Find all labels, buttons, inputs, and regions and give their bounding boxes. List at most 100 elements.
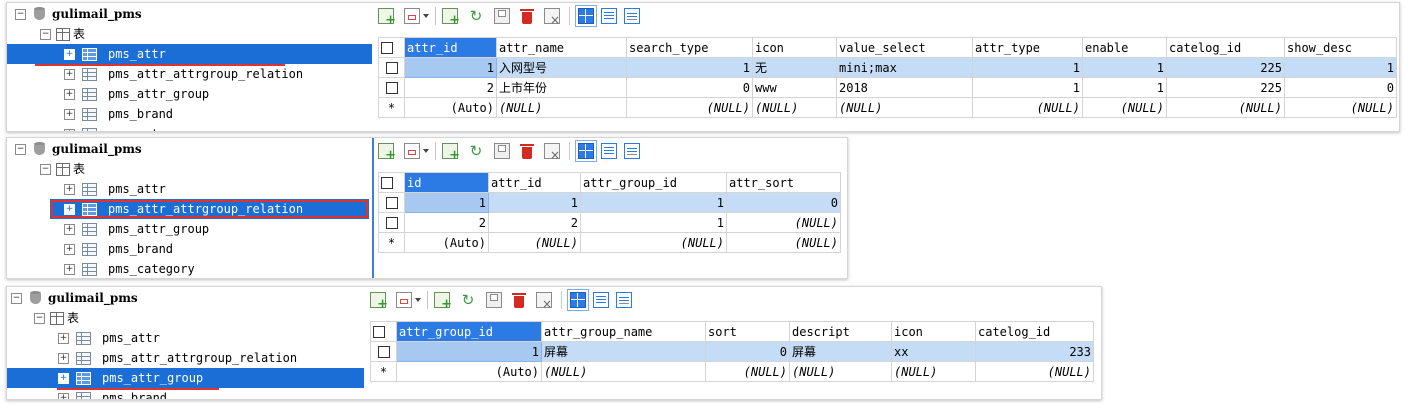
- cell[interactable]: (NULL): [488, 232, 581, 253]
- tree-database-row[interactable]: − gulimail_pms: [7, 139, 372, 159]
- cell[interactable]: (NULL): [541, 361, 706, 382]
- save-icon[interactable]: [494, 8, 510, 24]
- tree-tables-group[interactable]: − 表: [7, 159, 372, 179]
- cell[interactable]: 1: [404, 192, 489, 213]
- cell[interactable]: 1: [580, 192, 727, 213]
- text-view-icon[interactable]: [624, 143, 640, 159]
- tree-item-pms-attr-attrgroup-relation[interactable]: + pms_attr_attrgroup_relation: [7, 348, 364, 368]
- tree-tables-group[interactable]: − 表: [7, 308, 364, 328]
- tree-item-pms-attr-group[interactable]: + pms_attr_group: [7, 84, 372, 104]
- text-view-icon[interactable]: [616, 292, 632, 308]
- cell[interactable]: 屏幕: [541, 341, 706, 362]
- result-grid[interactable]: attr_id attr_name search_type icon value…: [378, 37, 1397, 118]
- collapse-icon[interactable]: −: [40, 164, 51, 175]
- expand-icon[interactable]: +: [64, 224, 75, 235]
- cell[interactable]: (NULL): [726, 212, 841, 233]
- clear-filter-icon[interactable]: [536, 292, 552, 311]
- row-checkbox[interactable]: [378, 77, 405, 98]
- column-header[interactable]: search_type: [626, 37, 753, 58]
- save-icon[interactable]: [494, 143, 510, 159]
- insert-dropdown-icon[interactable]: [404, 8, 420, 24]
- collapse-icon[interactable]: −: [34, 313, 45, 324]
- copy-record-icon[interactable]: [442, 8, 460, 28]
- column-header[interactable]: sort: [705, 321, 790, 342]
- insert-dropdown-icon[interactable]: [396, 292, 412, 308]
- expand-icon[interactable]: +: [58, 373, 69, 384]
- delete-icon[interactable]: [511, 292, 527, 308]
- column-header[interactable]: attr_group_id: [396, 321, 542, 342]
- cell[interactable]: (Auto): [404, 97, 497, 118]
- cell[interactable]: 1: [972, 77, 1083, 98]
- cell[interactable]: 屏幕: [789, 341, 892, 362]
- cell[interactable]: 1: [972, 57, 1083, 78]
- save-icon[interactable]: [486, 292, 502, 308]
- select-all-checkbox[interactable]: [370, 321, 397, 342]
- refresh-icon[interactable]: ↻: [460, 292, 476, 308]
- expand-icon[interactable]: +: [58, 353, 69, 364]
- tree-item-pms-category[interactable]: + pms_category: [7, 259, 372, 278]
- clear-filter-icon[interactable]: [544, 8, 560, 27]
- grid-view-icon[interactable]: [575, 5, 597, 27]
- cell[interactable]: (Auto): [404, 232, 489, 253]
- collapse-icon[interactable]: −: [11, 293, 22, 304]
- cell[interactable]: (NULL): [626, 97, 753, 118]
- cell[interactable]: 上市年份: [496, 77, 627, 98]
- form-view-icon[interactable]: [593, 292, 609, 308]
- result-grid[interactable]: id attr_id attr_group_id attr_sort 1 1 1…: [378, 172, 841, 253]
- new-record-icon[interactable]: [378, 143, 396, 163]
- cell[interactable]: 1: [488, 192, 581, 213]
- expand-icon[interactable]: +: [64, 129, 75, 131]
- cell[interactable]: (NULL): [891, 361, 976, 382]
- tree-database-row[interactable]: − gulimail_pms: [7, 4, 372, 24]
- column-header[interactable]: value_select: [836, 37, 973, 58]
- tree-item-pms-attr-attrgroup-relation[interactable]: + pms_attr_attrgroup_relation: [7, 64, 372, 84]
- tree-item-pms-attr-group[interactable]: + pms_attr_group: [7, 219, 372, 239]
- select-all-checkbox[interactable]: [378, 172, 405, 193]
- expand-icon[interactable]: +: [58, 333, 69, 344]
- tree-item-pms-brand[interactable]: + pms_brand: [7, 388, 364, 399]
- expand-icon[interactable]: +: [64, 264, 75, 275]
- column-header[interactable]: descript: [789, 321, 892, 342]
- text-view-icon[interactable]: [624, 8, 640, 24]
- expand-icon[interactable]: +: [64, 49, 75, 60]
- expand-icon[interactable]: +: [64, 109, 75, 120]
- column-header[interactable]: icon: [752, 37, 837, 58]
- column-header[interactable]: icon: [891, 321, 976, 342]
- tree-item-pms-attr[interactable]: + pms_attr: [7, 44, 372, 64]
- expand-icon[interactable]: +: [64, 69, 75, 80]
- clear-filter-icon[interactable]: [544, 143, 560, 162]
- chevron-down-icon[interactable]: [423, 14, 429, 18]
- table-row[interactable]: 1 入网型号 1 无 mini;max 1 1 225 1: [378, 57, 1397, 78]
- chevron-down-icon[interactable]: [423, 149, 429, 153]
- refresh-icon[interactable]: ↻: [468, 143, 484, 159]
- column-header[interactable]: show_desc: [1284, 37, 1397, 58]
- result-grid[interactable]: attr_group_id attr_group_name sort descr…: [370, 321, 1094, 382]
- column-header[interactable]: attr_sort: [726, 172, 841, 193]
- delete-icon[interactable]: [519, 143, 535, 159]
- table-row[interactable]: 2 上市年份 0 www 2018 1 1 225 0: [378, 77, 1397, 98]
- cell[interactable]: (NULL): [752, 97, 837, 118]
- expand-icon[interactable]: +: [64, 204, 75, 215]
- chevron-down-icon[interactable]: [415, 298, 421, 302]
- cell[interactable]: (NULL): [1082, 97, 1167, 118]
- cell[interactable]: 2: [404, 77, 497, 98]
- collapse-icon[interactable]: −: [15, 9, 26, 20]
- column-header[interactable]: attr_id: [404, 37, 497, 58]
- cell[interactable]: (NULL): [1166, 97, 1285, 118]
- cell[interactable]: 0: [726, 192, 841, 213]
- tree-item-pms-brand[interactable]: + pms_brand: [7, 104, 372, 124]
- cell[interactable]: www: [752, 77, 837, 98]
- column-header[interactable]: attr_type: [972, 37, 1083, 58]
- new-record-row[interactable]: * (Auto) (NULL) (NULL) (NULL) (NULL) (NU…: [378, 97, 1397, 118]
- cell[interactable]: 1: [1082, 77, 1167, 98]
- copy-record-icon[interactable]: [434, 292, 452, 312]
- cell[interactable]: 2: [404, 212, 489, 233]
- cell[interactable]: (NULL): [789, 361, 892, 382]
- row-checkbox[interactable]: [378, 57, 405, 78]
- insert-dropdown-icon[interactable]: [404, 143, 420, 159]
- new-record-row[interactable]: * (Auto) (NULL) (NULL) (NULL): [378, 232, 841, 253]
- collapse-icon[interactable]: −: [40, 29, 51, 40]
- cell[interactable]: (NULL): [705, 361, 790, 382]
- tree-database-row[interactable]: − gulimail_pms: [7, 288, 364, 308]
- cell[interactable]: (Auto): [396, 361, 542, 382]
